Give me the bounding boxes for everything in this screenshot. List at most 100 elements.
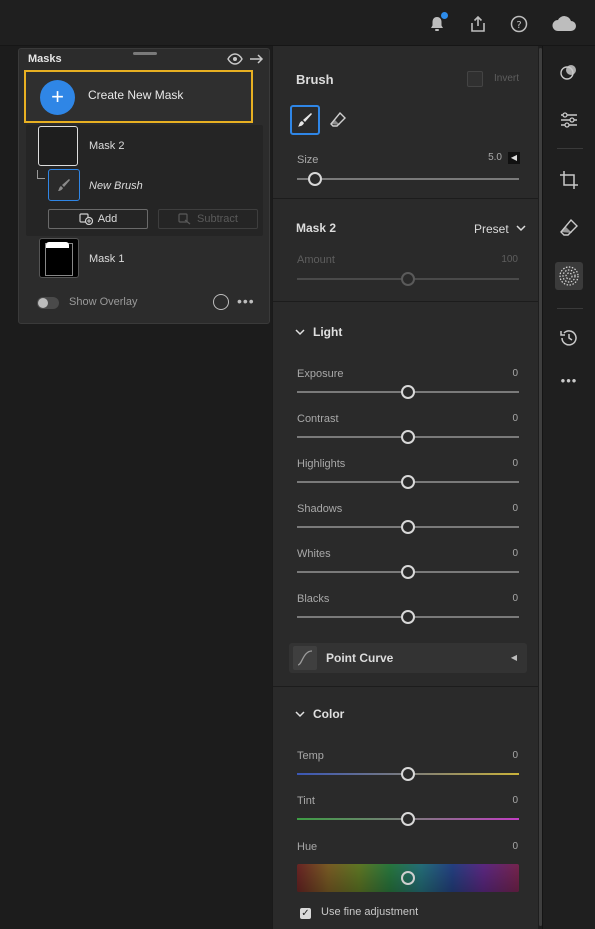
show-overlay-toggle[interactable]: [37, 297, 59, 309]
fine-adjustment-checkbox[interactable]: ✓: [300, 908, 311, 919]
new-brush-label[interactable]: New Brush: [89, 180, 143, 192]
curve-icon: [293, 646, 317, 670]
exposure-slider[interactable]: [297, 385, 519, 399]
blacks-slider[interactable]: [297, 610, 519, 624]
light-section-header[interactable]: Light: [295, 325, 342, 339]
whites-slider-knob[interactable]: [401, 565, 415, 579]
size-slider[interactable]: [297, 172, 519, 186]
highlights-slider[interactable]: [297, 475, 519, 489]
collapse-arrow-icon[interactable]: [249, 51, 265, 67]
more-tools-icon[interactable]: •••: [555, 366, 583, 394]
tint-slider-knob[interactable]: [401, 812, 415, 826]
mask-1-label[interactable]: Mask 1: [89, 253, 124, 265]
plus-icon: +: [40, 80, 75, 115]
whites-value[interactable]: 0: [512, 548, 518, 559]
amount-slider-knob: [401, 272, 415, 286]
eye-icon[interactable]: [227, 51, 243, 67]
contrast-value[interactable]: 0: [512, 413, 518, 424]
size-value[interactable]: 5.0: [488, 152, 502, 163]
preset-dropdown-label[interactable]: Preset: [474, 222, 509, 236]
whites-label: Whites: [297, 548, 331, 560]
tool-strip: •••: [542, 46, 595, 929]
help-icon[interactable]: ?: [508, 13, 530, 35]
add-mask-icon: [79, 213, 93, 225]
shadows-slider[interactable]: [297, 520, 519, 534]
color-section-header[interactable]: Color: [295, 707, 344, 721]
chevron-down-icon: [295, 711, 305, 718]
chevron-down-icon[interactable]: [516, 222, 526, 236]
overlay-color-icon[interactable]: [213, 294, 229, 310]
point-curve-row[interactable]: Point Curve ◀: [289, 643, 527, 673]
share-icon[interactable]: [467, 13, 489, 35]
mask-2-label[interactable]: Mask 2: [89, 140, 124, 152]
shadows-value[interactable]: 0: [512, 503, 518, 514]
mask-2-group: Mask 2 New Brush Add Subtract: [26, 125, 263, 236]
hue-slider-knob[interactable]: [401, 871, 415, 885]
highlights-value[interactable]: 0: [512, 458, 518, 469]
hue-value[interactable]: 0: [512, 841, 518, 852]
hue-slider[interactable]: [297, 864, 519, 892]
hue-label: Hue: [297, 841, 318, 853]
temp-value[interactable]: 0: [512, 750, 518, 761]
subtract-label: Subtract: [197, 213, 238, 225]
remix-icon[interactable]: [555, 58, 583, 86]
history-icon[interactable]: [555, 324, 583, 352]
size-expand-icon[interactable]: ◀: [508, 152, 520, 164]
show-overlay-label: Show Overlay: [69, 296, 138, 308]
fine-adjustment-label: Use fine adjustment: [321, 906, 419, 918]
shadows-slider-knob[interactable]: [401, 520, 415, 534]
create-new-mask-label: Create New Mask: [88, 88, 184, 102]
shadows-label: Shadows: [297, 503, 343, 515]
masks-panel: Masks + Create New Mask Mask 2 New Brush…: [18, 48, 270, 324]
create-new-mask-button[interactable]: + Create New Mask: [24, 70, 253, 123]
tint-value[interactable]: 0: [512, 795, 518, 806]
subtract-button[interactable]: Subtract: [158, 209, 258, 229]
healing-eraser-icon[interactable]: [555, 214, 583, 242]
notification-dot: [441, 12, 448, 19]
mask-section-title: Mask 2: [296, 221, 337, 235]
add-button[interactable]: Add: [48, 209, 148, 229]
contrast-label: Contrast: [297, 413, 339, 425]
tint-slider[interactable]: [297, 812, 519, 826]
masks-panel-title: Masks: [28, 53, 62, 65]
brush-icon: [58, 179, 70, 191]
child-connector-icon: [37, 170, 45, 179]
exposure-value[interactable]: 0: [512, 368, 518, 379]
masking-icon[interactable]: [555, 262, 583, 290]
temp-slider-knob[interactable]: [401, 767, 415, 781]
blacks-value[interactable]: 0: [512, 593, 518, 604]
invert-checkbox[interactable]: [467, 71, 483, 87]
temp-slider[interactable]: [297, 767, 519, 781]
chevron-down-icon: [295, 329, 305, 336]
cloud-icon[interactable]: [550, 13, 578, 35]
amount-value: 100: [501, 254, 518, 265]
properties-panel: Brush Invert Size 5.0 ◀ Mask 2 Preset Am…: [272, 46, 539, 929]
panel-drag-handle[interactable]: [133, 52, 157, 55]
expand-left-icon[interactable]: ◀: [511, 653, 517, 662]
invert-label: Invert: [494, 73, 520, 84]
color-title: Color: [313, 707, 345, 721]
mask-2-thumbnail[interactable]: [38, 126, 78, 166]
blacks-slider-knob[interactable]: [401, 610, 415, 624]
contrast-slider-knob[interactable]: [401, 430, 415, 444]
exposure-slider-knob[interactable]: [401, 385, 415, 399]
crop-icon[interactable]: [555, 166, 583, 194]
size-label: Size: [297, 154, 319, 166]
point-curve-label: Point Curve: [326, 651, 394, 665]
add-label: Add: [97, 213, 118, 225]
whites-slider[interactable]: [297, 565, 519, 579]
blacks-label: Blacks: [297, 593, 330, 605]
brush-tool-button[interactable]: [290, 105, 320, 135]
svg-text:?: ?: [516, 20, 521, 31]
mask-1-thumbnail[interactable]: [39, 238, 79, 278]
more-options-icon[interactable]: •••: [237, 293, 255, 309]
bell-icon[interactable]: [426, 12, 448, 35]
highlights-slider-knob[interactable]: [401, 475, 415, 489]
size-slider-knob[interactable]: [307, 172, 322, 186]
brush-title: Brush: [296, 72, 334, 87]
edit-sliders-icon[interactable]: [555, 106, 583, 134]
new-brush-thumbnail[interactable]: [48, 169, 80, 201]
tint-label: Tint: [297, 795, 315, 807]
contrast-slider[interactable]: [297, 430, 519, 444]
eraser-icon[interactable]: [327, 109, 349, 131]
